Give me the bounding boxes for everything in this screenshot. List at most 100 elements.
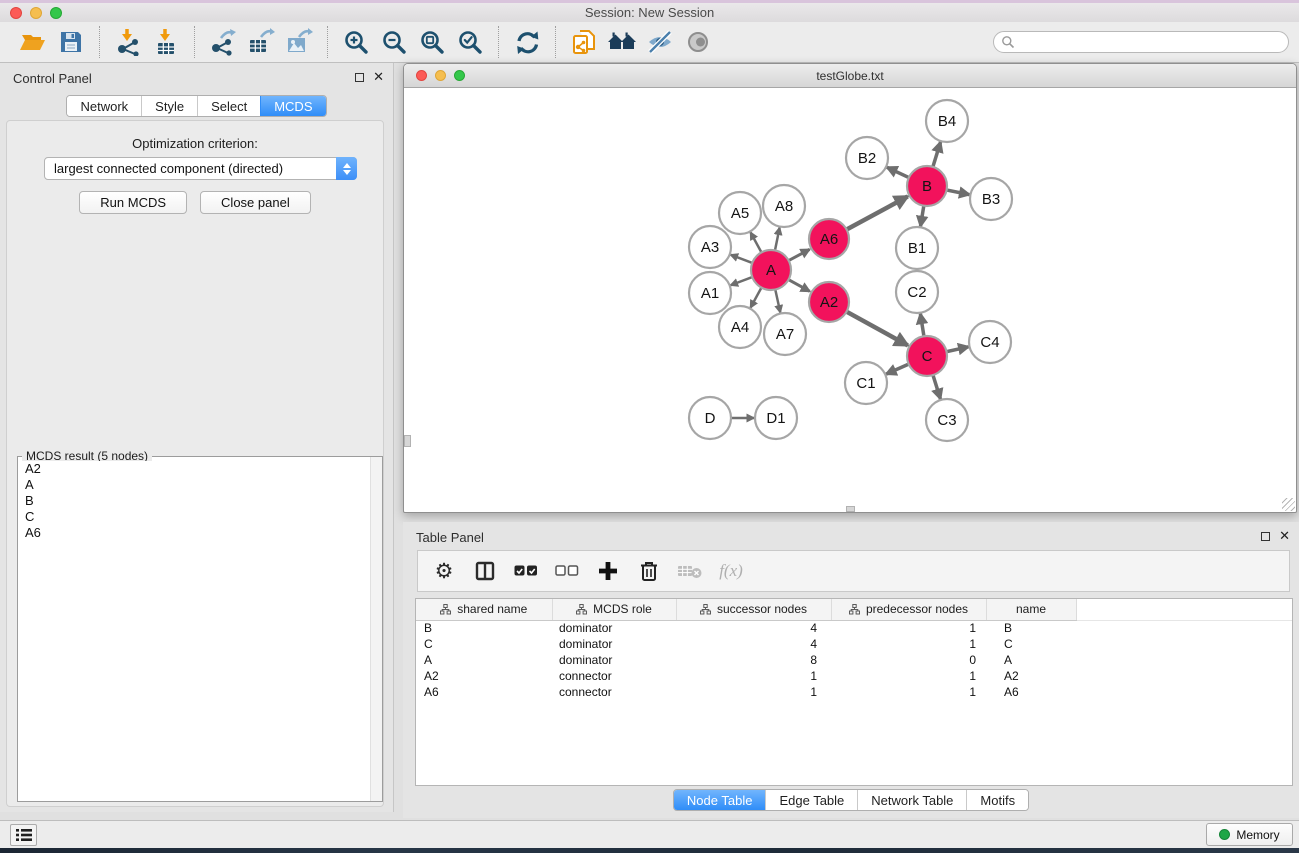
task-history-button[interactable] bbox=[10, 824, 37, 846]
graph-node-C[interactable]: C bbox=[907, 336, 947, 376]
cell-mcds-role[interactable]: dominator bbox=[552, 652, 676, 668]
tab-network[interactable]: Network bbox=[67, 96, 141, 116]
cell-mcds-role[interactable]: connector bbox=[552, 684, 676, 700]
export-image-button[interactable] bbox=[282, 25, 316, 59]
zoom-selected-button[interactable] bbox=[453, 25, 487, 59]
cell-successor-nodes[interactable]: 4 bbox=[676, 636, 831, 652]
home-views-button[interactable] bbox=[605, 25, 639, 59]
network-window-titlebar[interactable]: testGlobe.txt bbox=[404, 64, 1296, 88]
hide-graphics-details-button[interactable] bbox=[643, 25, 677, 59]
tab-node-table[interactable]: Node Table bbox=[674, 790, 766, 810]
cell-predecessor-nodes[interactable]: 1 bbox=[831, 620, 986, 636]
float-panel-icon[interactable] bbox=[1261, 532, 1270, 541]
result-list-item[interactable]: A bbox=[19, 477, 369, 493]
graph-node-A6[interactable]: A6 bbox=[809, 219, 849, 259]
graph-node-C2[interactable]: C2 bbox=[896, 271, 938, 313]
graph-node-A[interactable]: A bbox=[751, 250, 791, 290]
network-view-window[interactable]: testGlobe.txt B4B2BB3A8A5A6A3B1AA1C2A2A4… bbox=[403, 63, 1297, 513]
clone-network-button[interactable] bbox=[567, 25, 601, 59]
tab-motifs[interactable]: Motifs bbox=[966, 790, 1028, 810]
save-session-button[interactable] bbox=[54, 25, 88, 59]
result-list-item[interactable]: B bbox=[19, 493, 369, 509]
show-columns-button[interactable] bbox=[472, 558, 498, 584]
zoom-in-button[interactable] bbox=[339, 25, 373, 59]
open-session-button[interactable] bbox=[16, 25, 50, 59]
cell-name[interactable]: A6 bbox=[986, 684, 1076, 700]
network-canvas[interactable]: B4B2BB3A8A5A6A3B1AA1C2A2A4A7C4CC1C3DD1 bbox=[404, 89, 1296, 512]
close-panel-icon[interactable]: ✕ bbox=[1279, 530, 1290, 542]
cell-successor-nodes[interactable]: 8 bbox=[676, 652, 831, 668]
table-row[interactable]: A2 connector 1 1 A2 bbox=[416, 668, 1292, 684]
main-titlebar[interactable]: Session: New Session bbox=[0, 3, 1299, 22]
memory-button[interactable]: Memory bbox=[1206, 823, 1293, 846]
graph-node-D[interactable]: D bbox=[689, 397, 731, 439]
graph-node-B1[interactable]: B1 bbox=[896, 227, 938, 269]
cell-name[interactable]: A2 bbox=[986, 668, 1076, 684]
close-panel-icon[interactable]: ✕ bbox=[373, 71, 384, 83]
window-resize-grip[interactable] bbox=[1282, 498, 1295, 511]
tab-select[interactable]: Select bbox=[197, 96, 260, 116]
table-row[interactable]: A dominator 8 0 A bbox=[416, 652, 1292, 668]
show-graphics-details-button[interactable] bbox=[681, 25, 715, 59]
zoom-fit-button[interactable] bbox=[415, 25, 449, 59]
cell-name[interactable]: B bbox=[986, 620, 1076, 636]
cell-shared-name[interactable]: A6 bbox=[416, 684, 552, 700]
column-header-name[interactable]: name bbox=[986, 599, 1076, 620]
graph-node-A8[interactable]: A8 bbox=[763, 185, 805, 227]
import-table-button[interactable] bbox=[149, 25, 183, 59]
cell-predecessor-nodes[interactable]: 1 bbox=[831, 684, 986, 700]
graph-node-A3[interactable]: A3 bbox=[689, 226, 731, 268]
graph-node-B[interactable]: B bbox=[907, 166, 947, 206]
delete-columns-button[interactable] bbox=[636, 558, 662, 584]
refresh-layout-button[interactable] bbox=[510, 25, 544, 59]
search-input[interactable] bbox=[1015, 33, 1288, 51]
unselect-all-columns-button[interactable] bbox=[554, 558, 580, 584]
graph-node-A2[interactable]: A2 bbox=[809, 282, 849, 322]
export-network-button[interactable] bbox=[206, 25, 240, 59]
mcds-result-list[interactable]: A2 A B C A6 bbox=[19, 461, 369, 800]
cell-name[interactable]: A bbox=[986, 652, 1076, 668]
cell-predecessor-nodes[interactable]: 1 bbox=[831, 636, 986, 652]
cell-successor-nodes[interactable]: 4 bbox=[676, 620, 831, 636]
graph-node-D1[interactable]: D1 bbox=[755, 397, 797, 439]
zoom-out-button[interactable] bbox=[377, 25, 411, 59]
graph-node-A7[interactable]: A7 bbox=[764, 313, 806, 355]
graph-node-B2[interactable]: B2 bbox=[846, 137, 888, 179]
canvas-horizontal-scrollbar[interactable] bbox=[846, 506, 855, 512]
cell-mcds-role[interactable]: connector bbox=[552, 668, 676, 684]
cell-mcds-role[interactable]: dominator bbox=[552, 636, 676, 652]
table-row[interactable]: C dominator 4 1 C bbox=[416, 636, 1292, 652]
close-panel-button[interactable]: Close panel bbox=[200, 191, 311, 214]
import-network-button[interactable] bbox=[111, 25, 145, 59]
cell-shared-name[interactable]: C bbox=[416, 636, 552, 652]
column-header-successor-nodes[interactable]: successor nodes bbox=[676, 599, 831, 620]
graph-node-B3[interactable]: B3 bbox=[970, 178, 1012, 220]
cell-predecessor-nodes[interactable]: 0 bbox=[831, 652, 986, 668]
run-mcds-button[interactable]: Run MCDS bbox=[79, 191, 187, 214]
tab-network-table[interactable]: Network Table bbox=[857, 790, 966, 810]
export-table-button[interactable] bbox=[244, 25, 278, 59]
select-all-columns-button[interactable] bbox=[513, 558, 539, 584]
float-panel-icon[interactable] bbox=[355, 73, 364, 82]
tab-mcds[interactable]: MCDS bbox=[260, 96, 325, 116]
cell-successor-nodes[interactable]: 1 bbox=[676, 684, 831, 700]
tab-edge-table[interactable]: Edge Table bbox=[765, 790, 857, 810]
cell-shared-name[interactable]: A bbox=[416, 652, 552, 668]
table-row[interactable]: B dominator 4 1 B bbox=[416, 620, 1292, 636]
cell-name[interactable]: C bbox=[986, 636, 1076, 652]
column-header-shared-name[interactable]: shared name bbox=[416, 599, 552, 620]
result-list-item[interactable]: A2 bbox=[19, 461, 369, 477]
result-scrollbar[interactable] bbox=[370, 457, 382, 801]
graph-node-A4[interactable]: A4 bbox=[719, 306, 761, 348]
tab-style[interactable]: Style bbox=[141, 96, 197, 116]
criterion-dropdown[interactable]: largest connected component (directed) bbox=[44, 157, 357, 180]
table-settings-button[interactable]: ⚙ bbox=[431, 558, 457, 584]
column-header-predecessor-nodes[interactable]: predecessor nodes bbox=[831, 599, 986, 620]
network-graph[interactable]: B4B2BB3A8A5A6A3B1AA1C2A2A4A7C4CC1C3DD1 bbox=[404, 89, 1296, 512]
result-list-item[interactable]: C bbox=[19, 509, 369, 525]
cell-shared-name[interactable]: B bbox=[416, 620, 552, 636]
result-list-item[interactable]: A6 bbox=[19, 525, 369, 541]
cell-predecessor-nodes[interactable]: 1 bbox=[831, 668, 986, 684]
graph-node-A5[interactable]: A5 bbox=[719, 192, 761, 234]
graph-node-C1[interactable]: C1 bbox=[845, 362, 887, 404]
